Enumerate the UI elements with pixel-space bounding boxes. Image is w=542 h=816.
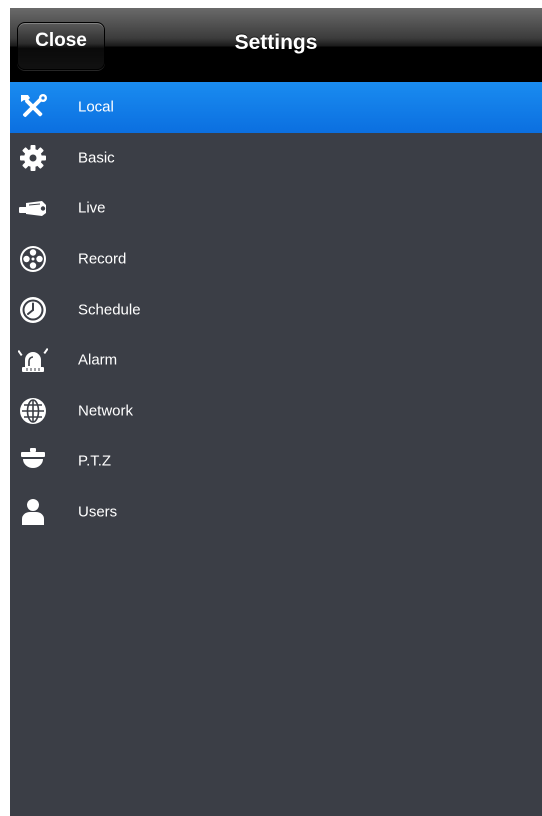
menu-item-network[interactable]: Network xyxy=(10,386,542,437)
navigation-bar: Close Settings xyxy=(10,8,542,82)
menu-item-label: Schedule xyxy=(78,301,141,319)
camera-icon xyxy=(18,193,48,223)
menu-item-ptz[interactable]: P.T.Z xyxy=(10,436,542,487)
menu-item-label: Network xyxy=(78,402,134,420)
siren-icon xyxy=(18,345,48,375)
menu-item-label: P.T.Z xyxy=(78,452,112,470)
menu-item-label: Record xyxy=(78,250,127,268)
menu-item-users[interactable]: Users xyxy=(10,487,542,538)
tools-icon xyxy=(18,92,48,122)
menu-item-label: Live xyxy=(78,199,106,217)
menu-item-live[interactable]: Live xyxy=(10,183,542,234)
film-reel-icon xyxy=(18,244,48,274)
menu-item-label: Local xyxy=(78,98,114,116)
menu-item-basic[interactable]: Basic xyxy=(10,133,542,184)
settings-menu: Local Basic Live Record Schedule Alarm N… xyxy=(10,82,542,537)
dome-camera-icon xyxy=(18,446,48,476)
menu-item-alarm[interactable]: Alarm xyxy=(10,335,542,386)
gear-icon xyxy=(18,143,48,173)
menu-item-local[interactable]: Local xyxy=(10,82,542,133)
menu-item-schedule[interactable]: Schedule xyxy=(10,284,542,335)
clock-icon xyxy=(18,295,48,325)
menu-item-label: Users xyxy=(78,503,118,521)
menu-item-label: Alarm xyxy=(78,351,118,369)
menu-item-record[interactable]: Record xyxy=(10,234,542,285)
user-icon xyxy=(18,497,48,527)
globe-icon xyxy=(18,396,48,426)
settings-screen: Close Settings Local Basic Live Record S… xyxy=(10,8,542,816)
page-title: Settings xyxy=(234,31,318,54)
menu-item-label: Basic xyxy=(78,149,115,167)
